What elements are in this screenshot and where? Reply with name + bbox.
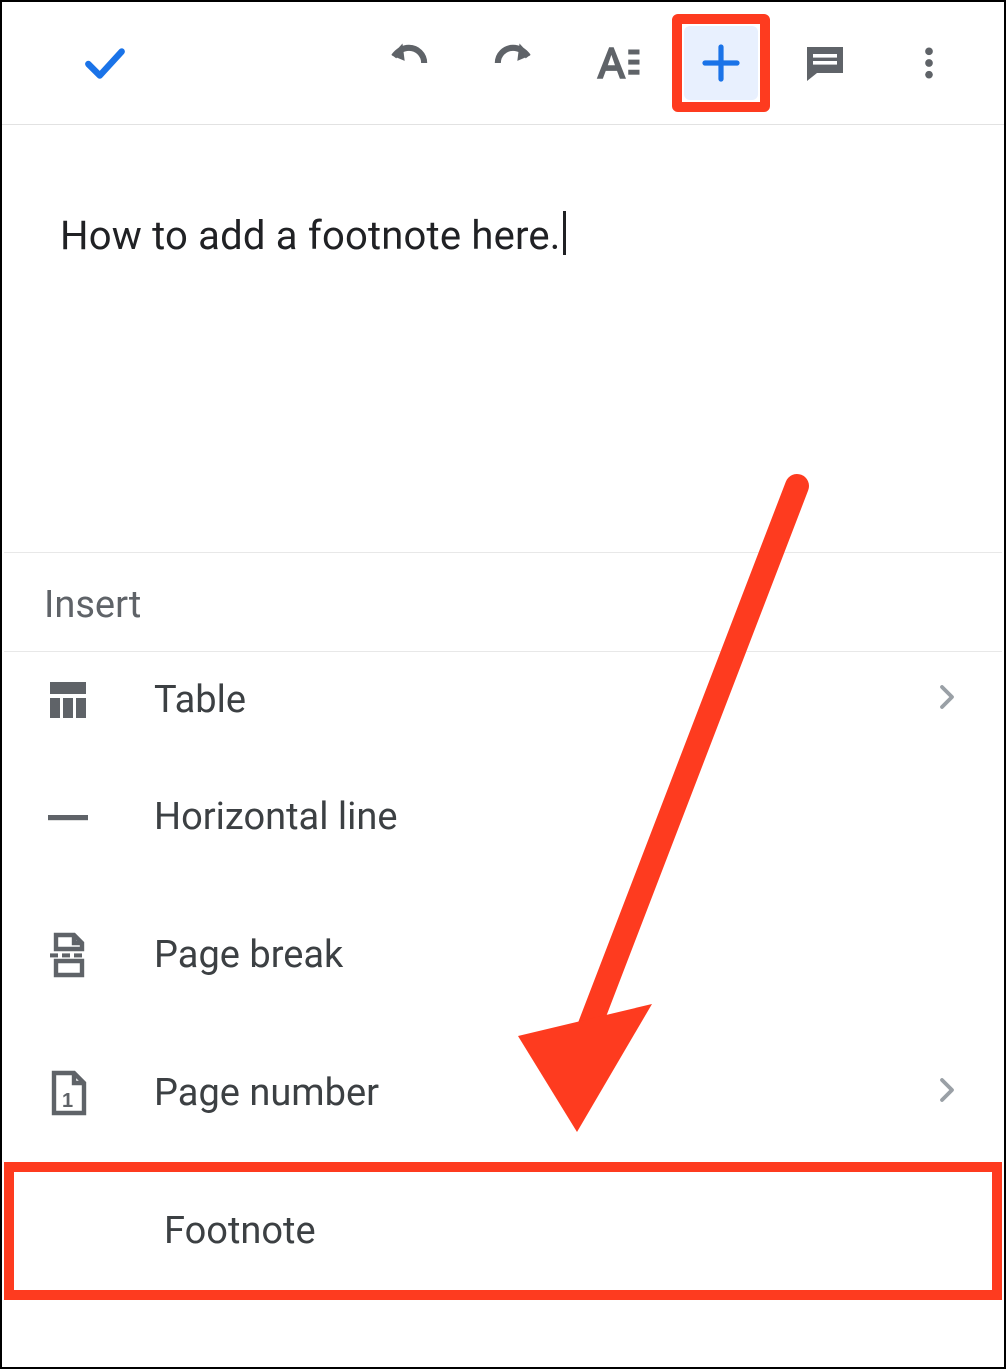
pagenumber-icon: 1 [44,1069,154,1117]
insert-button-highlight [672,14,770,112]
menu-item-horizontal-line[interactable]: Horizontal line [4,748,1002,886]
overflow-menu-button[interactable] [886,23,972,103]
svg-text:1: 1 [62,1090,73,1112]
menu-item-label: Horizontal line [154,795,962,839]
menu-item-page-break[interactable]: Page break [4,886,1002,1024]
app-frame: How to add a footnote here. Insert Table [0,0,1006,1369]
menu-item-footnote[interactable]: Footnote [4,1162,1002,1300]
redo-icon [487,37,539,89]
text-format-button[interactable] [574,23,660,103]
comment-icon [801,39,849,87]
document-canvas[interactable]: How to add a footnote here. [2,125,1004,259]
toolbar [2,2,1004,125]
text-caret [563,211,566,255]
undo-button[interactable] [366,23,452,103]
document-text: How to add a footnote here. [60,212,561,259]
menu-item-table[interactable]: Table [4,652,1002,748]
pagebreak-icon [44,931,154,979]
undo-icon [383,37,435,89]
menu-item-label: Table [154,678,932,722]
insert-panel: Insert Table Horizontal line [4,552,1002,1365]
menu-item-page-number[interactable]: 1 Page number [4,1024,1002,1162]
text-format-icon [590,36,644,90]
panel-title: Insert [4,553,1002,652]
check-icon [80,38,130,88]
hline-icon [44,793,154,841]
redo-button[interactable] [470,23,556,103]
menu-item-label: Footnote [164,1209,952,1253]
done-check-button[interactable] [62,23,148,103]
comment-button[interactable] [782,23,868,103]
insert-button[interactable] [678,20,764,106]
menu-item-label: Page break [154,933,962,977]
chevron-right-icon [932,678,962,722]
more-vert-icon [909,43,949,83]
menu-item-label: Page number [154,1071,932,1115]
table-icon [44,676,154,724]
chevron-right-icon [932,1071,962,1115]
